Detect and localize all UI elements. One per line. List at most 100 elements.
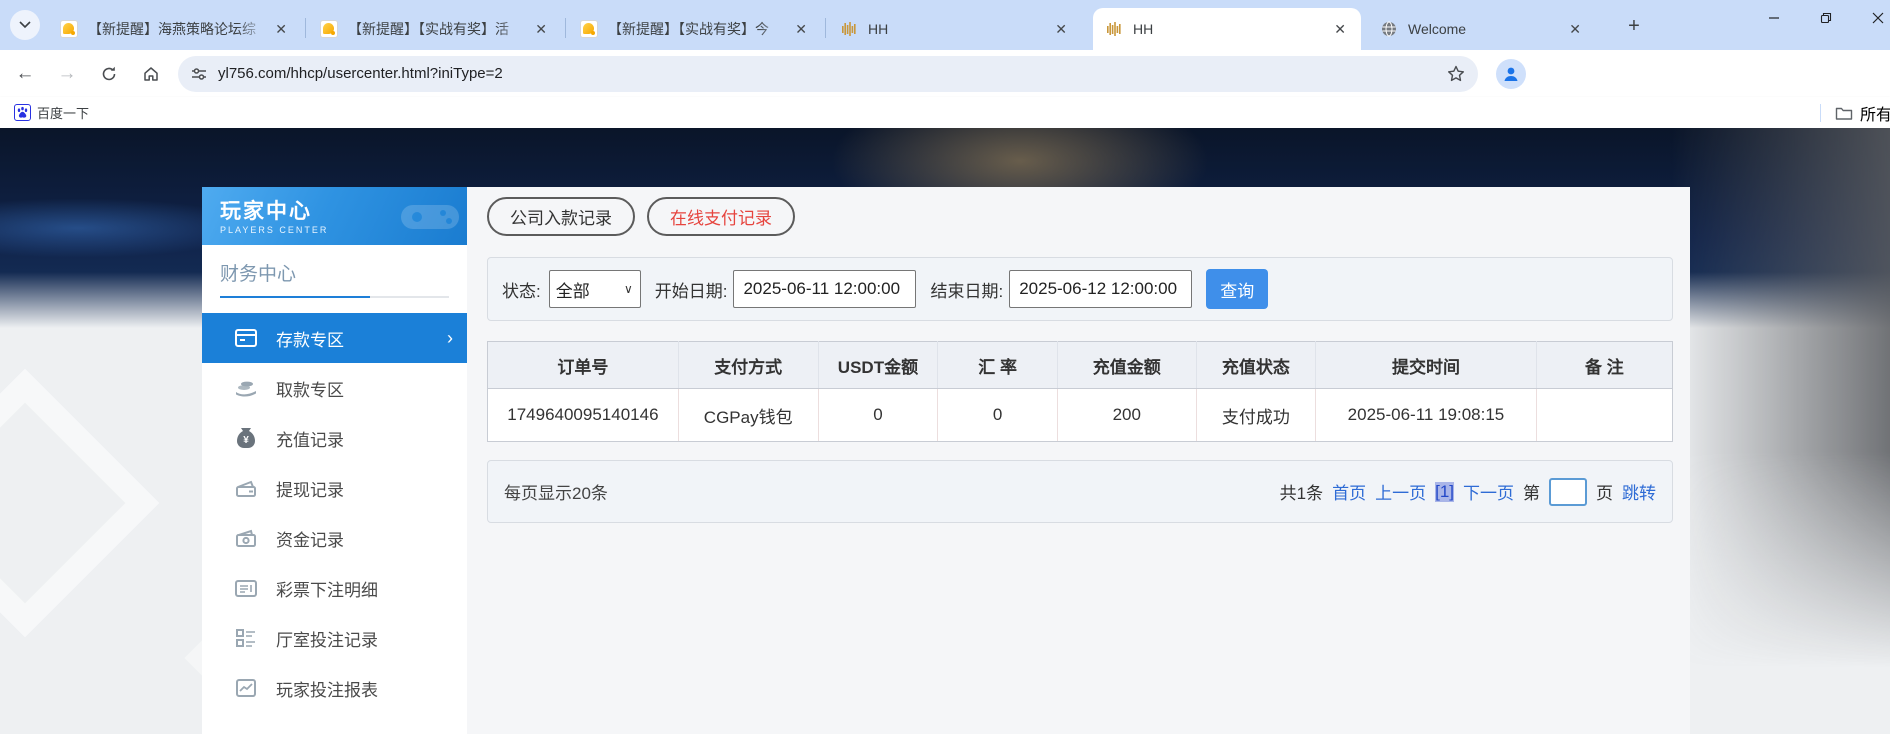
window-controls (1748, 0, 1890, 36)
tab-close-icon[interactable]: ✕ (1564, 19, 1586, 40)
tab-close-icon[interactable]: ✕ (530, 19, 552, 40)
tab-close-icon[interactable]: ✕ (1050, 19, 1072, 40)
company-deposit-records-tab[interactable]: 公司入款记录 (487, 197, 635, 236)
profile-avatar[interactable] (1496, 59, 1526, 89)
sidebar-item-lottery-bet-details[interactable]: 彩票下注明细 (202, 563, 467, 613)
tab-haiyan-forum[interactable]: 【新提醒】海燕策略论坛综 ✕ (48, 8, 302, 50)
back-button[interactable]: ← (8, 57, 42, 91)
next-page-link[interactable]: 下一页 (1463, 479, 1514, 504)
prev-page-link[interactable]: 上一页 (1375, 479, 1426, 504)
tab-title: HH (1133, 21, 1329, 37)
tab-hh-2-active[interactable]: HH ✕ (1093, 8, 1361, 50)
sidebar-item-label: 存款专区 (276, 326, 344, 351)
table-header-row: 订单号 支付方式 USDT金额 汇 率 充值金额 充值状态 提交时间 备 注 (488, 342, 1673, 389)
tab-shizhan-2[interactable]: 【新提醒】【实战有奖】今 ✕ (568, 8, 822, 50)
online-payment-records-tab[interactable]: 在线支付记录 (647, 197, 795, 236)
chat-favicon (320, 20, 338, 38)
tab-title: HH (868, 21, 1050, 37)
bookmark-star-icon[interactable] (1446, 64, 1466, 84)
sidebar-item-hall-bet-records[interactable]: 厅室投注记录 (202, 613, 467, 663)
start-date-input[interactable] (733, 270, 916, 308)
withdrawal-record-icon (234, 477, 258, 499)
person-icon (1501, 64, 1521, 84)
first-page-link[interactable]: 首页 (1332, 479, 1366, 504)
forward-button[interactable]: → (50, 57, 84, 91)
sidebar-item-player-report[interactable]: 玩家投注报表 (202, 663, 467, 713)
record-type-tabs: 公司入款记录 在线支付记录 (487, 197, 1673, 236)
sidebar-item-recharge-records[interactable]: ¥ 充值记录 (202, 413, 467, 463)
cell-submit-time: 2025-06-11 19:08:15 (1316, 389, 1536, 442)
col-recharge-status: 充值状态 (1196, 342, 1316, 389)
chat-favicon (60, 20, 78, 38)
minimize-button[interactable] (1748, 0, 1800, 36)
folder-icon (1835, 105, 1853, 121)
filter-panel: 状态: 全部 ∨ 开始日期: 结束日期: 查询 (487, 257, 1673, 321)
tab-close-icon[interactable]: ✕ (1329, 19, 1351, 40)
sidebar-item-withdraw[interactable]: 取款专区 (202, 363, 467, 413)
current-page-indicator[interactable]: [1] (1435, 482, 1454, 502)
sidebar-item-label: 玩家投注报表 (276, 676, 378, 701)
site-settings-icon[interactable] (190, 65, 208, 83)
cell-remark (1536, 389, 1672, 442)
new-tab-button[interactable]: + (1620, 12, 1648, 40)
status-select[interactable]: 全部 ∨ (549, 270, 641, 308)
col-recharge-amount: 充值金额 (1057, 342, 1196, 389)
sidebar-item-deposit[interactable]: 存款专区 › (202, 313, 467, 363)
tab-title: Welcome (1408, 21, 1564, 37)
tab-close-icon[interactable]: ✕ (270, 19, 292, 40)
page-jump-input[interactable] (1549, 478, 1587, 506)
col-payment-method: 支付方式 (678, 342, 818, 389)
total-count-text: 共1条 (1280, 479, 1323, 504)
status-label: 状态: (502, 277, 541, 302)
withdraw-icon (234, 377, 258, 399)
bookmarks-divider (1820, 104, 1821, 122)
col-usdt-amount: USDT金额 (818, 342, 938, 389)
cell-exchange-rate: 0 (938, 389, 1058, 442)
sidebar-item-withdrawal-records[interactable]: 提现记录 (202, 463, 467, 513)
col-order-number: 订单号 (488, 342, 679, 389)
end-date-input[interactable] (1009, 270, 1192, 308)
sidebar-item-label: 充值记录 (276, 426, 344, 451)
main-content: 公司入款记录 在线支付记录 状态: 全部 ∨ 开始日期: 结束日期: 查询 (467, 187, 1690, 734)
chevron-down-icon (19, 21, 31, 29)
tab-welcome[interactable]: Welcome ✕ (1368, 8, 1596, 50)
close-window-button[interactable] (1852, 0, 1890, 36)
finance-center-heading: 财务中心 (202, 245, 467, 286)
cell-order-number: 1749640095140146 (488, 389, 679, 442)
bookmarks-bar: 百度一下 所有书签 (0, 97, 1890, 128)
browser-tab-strip: 【新提醒】海燕策略论坛综 ✕ 【新提醒】【实战有奖】活 ✕ 【新提醒】【实战有奖… (0, 0, 1890, 50)
bookmark-baidu[interactable]: 百度一下 (14, 103, 89, 122)
tab-separator (305, 18, 306, 38)
query-button[interactable]: 查询 (1206, 269, 1268, 309)
tab-hh-1[interactable]: HH ✕ (828, 8, 1082, 50)
jump-prefix-text: 第 (1523, 479, 1540, 504)
players-center-banner: 玩家中心 PLAYERS CENTER (202, 187, 467, 245)
sidebar-item-label: 取款专区 (276, 376, 344, 401)
tab-shizhan-1[interactable]: 【新提醒】【实战有奖】活 ✕ (308, 8, 562, 50)
sidebar-item-label: 厅室投注记录 (276, 626, 378, 651)
cell-recharge-amount: 200 (1057, 389, 1196, 442)
user-center-panel: 玩家中心 PLAYERS CENTER 财务中心 存款专区 › 取款专区 ¥ (202, 187, 1690, 734)
chat-favicon (580, 20, 598, 38)
tab-separator (825, 18, 826, 38)
home-button[interactable] (134, 57, 168, 91)
address-bar[interactable]: yl756.com/hhcp/usercenter.html?iniType=2 (178, 56, 1478, 92)
jump-link[interactable]: 跳转 (1622, 479, 1656, 504)
sidebar-item-funds-records[interactable]: 资金记录 (202, 513, 467, 563)
tab-title: 【新提醒】【实战有奖】今 (608, 19, 790, 39)
sidebar: 玩家中心 PLAYERS CENTER 财务中心 存款专区 › 取款专区 ¥ (202, 187, 467, 734)
deco-shape (0, 369, 159, 638)
page-background: 玩家中心 PLAYERS CENTER 财务中心 存款专区 › 取款专区 ¥ (0, 128, 1890, 734)
col-remark: 备 注 (1536, 342, 1672, 389)
maximize-button[interactable] (1800, 0, 1852, 36)
reload-button[interactable] (92, 57, 126, 91)
url-text[interactable]: yl756.com/hhcp/usercenter.html?iniType=2 (218, 65, 1446, 82)
tab-title: 【新提醒】【实战有奖】活 (348, 19, 530, 39)
tab-search-button[interactable] (10, 10, 40, 40)
all-bookmarks[interactable]: 所有书签 (1820, 97, 1890, 128)
cell-payment-method: CGPay钱包 (678, 389, 818, 442)
jump-suffix-text: 页 (1596, 479, 1613, 504)
svg-text:¥: ¥ (243, 435, 249, 446)
tab-close-icon[interactable]: ✕ (790, 19, 812, 40)
right-gray-gradient (1670, 128, 1890, 668)
